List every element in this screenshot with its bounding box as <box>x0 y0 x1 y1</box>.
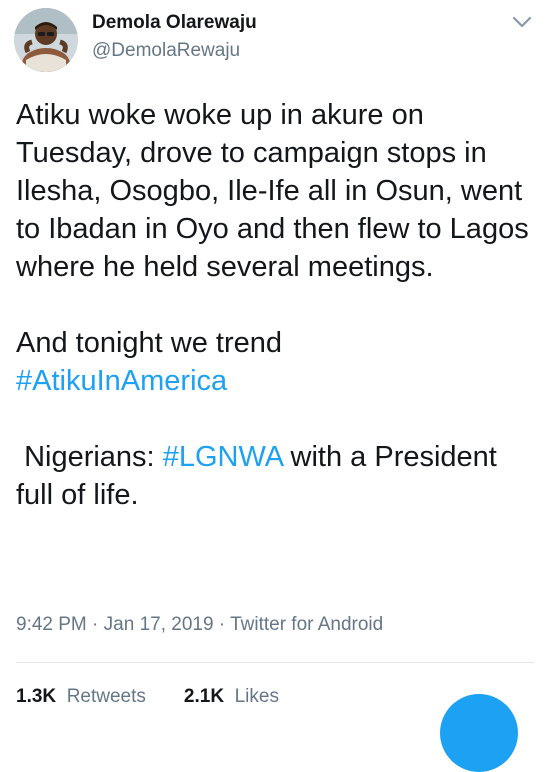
retweets-count: 1.3K <box>16 686 57 707</box>
likes-stat[interactable]: 2.1K Likes <box>184 686 279 708</box>
tweet-time: 9:42 PM <box>16 614 87 635</box>
likes-label: Likes <box>234 686 279 707</box>
meta-separator: · <box>86 614 104 635</box>
retweets-label: Retweets <box>66 686 146 707</box>
author-handle[interactable]: @DemolaRewaju <box>92 40 240 62</box>
tweet-text-span: Nigerians: <box>16 441 163 473</box>
likes-count: 2.1K <box>183 686 225 707</box>
retweets-stat[interactable]: 1.3K Retweets <box>16 686 146 708</box>
tweet-text: Atiku woke woke up in akure on Tuesday, … <box>16 96 536 514</box>
profile-photo-icon <box>14 8 78 72</box>
tweet-paragraph: Nigerians: #LGNWA with a President full … <box>16 438 536 514</box>
hashtag-link-atikuinamerica[interactable]: #AtikuInAmerica <box>16 365 227 397</box>
tweet-date: Jan 17, 2019 <box>103 614 214 635</box>
author-display-name[interactable]: Demola Olarewaju <box>92 12 257 34</box>
chevron-down-icon[interactable] <box>510 12 534 32</box>
avatar[interactable] <box>14 8 78 72</box>
tweet-text-span: And tonight we trend <box>16 327 283 359</box>
tweet-source-link[interactable]: Twitter for Android <box>230 614 383 635</box>
tweet-stats: 1.3K Retweets 2.1K Likes <box>16 686 279 708</box>
tweet-meta: 9:42 PM · Jan 17, 2019 · Twitter for And… <box>16 614 383 636</box>
tweet-paragraph: And tonight we trend #AtikuInAmerica <box>16 324 536 400</box>
tweet-paragraph: Atiku woke woke up in akure on Tuesday, … <box>16 99 529 283</box>
hashtag-link-lgnwa[interactable]: #LGNWA <box>163 441 283 473</box>
meta-separator: · <box>213 614 231 635</box>
divider <box>16 662 534 663</box>
tweet: Demola Olarewaju @DemolaRewaju Atiku wok… <box>0 0 548 772</box>
compose-tweet-button[interactable] <box>440 694 518 772</box>
